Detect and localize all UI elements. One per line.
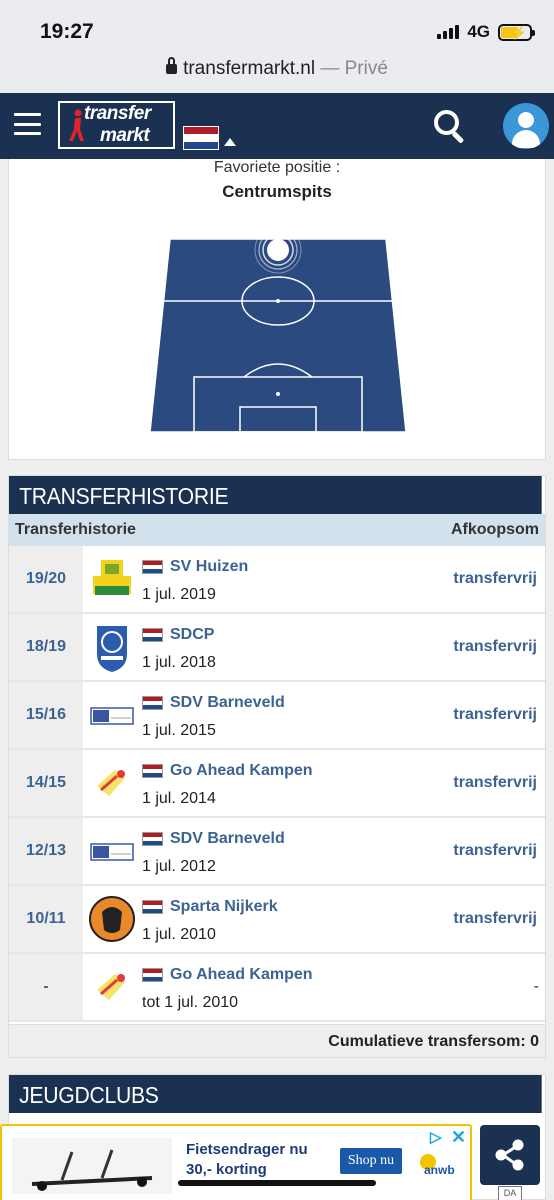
transfer-date: 1 jul. 2012 <box>142 858 216 875</box>
share-button[interactable] <box>480 1125 540 1185</box>
season-cell: 15/16 <box>9 682 83 748</box>
menu-icon[interactable] <box>14 113 41 135</box>
flag-icon <box>142 696 163 710</box>
flag-icon <box>142 560 163 574</box>
club-link[interactable]: SDCP <box>170 626 214 644</box>
url-separator: — <box>315 58 345 79</box>
season-cell: 10/11 <box>9 886 83 952</box>
close-icon[interactable]: ✕ <box>451 1127 466 1148</box>
status-bar: 19:27 4G ⚡ <box>0 0 554 56</box>
transfer-fee[interactable]: transfervrij <box>453 842 537 860</box>
cumulative-total: Cumulatieve transfersom: 0 <box>9 1024 545 1057</box>
club-link[interactable]: Sparta Nijkerk <box>170 898 278 916</box>
club-crest-icon[interactable] <box>87 620 137 674</box>
transfer-fee[interactable]: transfervrij <box>453 910 537 928</box>
transfer-fee[interactable]: transfervrij <box>453 706 537 724</box>
section-title: TRANSFERHISTORIE <box>9 476 542 514</box>
transfer-fee[interactable]: transfervrij <box>453 638 537 656</box>
search-icon[interactable] <box>434 110 468 144</box>
transfer-date: 1 jul. 2010 <box>142 926 216 943</box>
share-icon <box>495 1139 524 1171</box>
table-row[interactable]: 19/20 SV Huizen 1 jul. 2019 transfervrij <box>9 546 545 614</box>
transfer-date: 1 jul. 2018 <box>142 654 216 671</box>
caret-up-icon[interactable] <box>224 138 236 146</box>
club-link[interactable]: SV Huizen <box>170 558 248 576</box>
site-header: transfer markt <box>0 93 554 159</box>
url-domain: transfermarkt.nl <box>183 58 316 79</box>
club-crest-icon[interactable] <box>87 960 137 1014</box>
club-crest-icon[interactable] <box>87 688 137 742</box>
flag-icon <box>142 764 163 778</box>
club-crest-icon[interactable] <box>87 824 137 878</box>
table-row[interactable]: 15/16 SDV Barneveld 1 jul. 2015 transfervri… <box>9 682 545 750</box>
transfer-fee[interactable]: transfervrij <box>453 774 537 792</box>
club-crest-icon[interactable] <box>87 892 137 946</box>
transfermarkt-logo[interactable]: transfer markt <box>58 101 175 149</box>
section-title: JEUGDCLUBS <box>9 1075 542 1113</box>
da-badge: DA <box>498 1186 522 1200</box>
column-header-history: Transferhistorie <box>15 521 136 538</box>
club-link[interactable]: SDV Barneveld <box>170 694 285 712</box>
table-row[interactable]: 12/13 SDV Barneveld 1 jul. 2012 transfervri… <box>9 818 545 886</box>
table-header: Transferhistorie Afkoopsom <box>9 514 545 546</box>
flag-icon <box>142 968 163 982</box>
lock-icon <box>166 57 178 74</box>
club-link[interactable]: SDV Barneveld <box>170 830 285 848</box>
column-header-fee: Afkoopsom <box>451 521 539 538</box>
table-row[interactable]: - Go Ahead Kampen tot 1 jul. 2010 - <box>9 954 545 1022</box>
transfer-fee: - <box>533 978 539 995</box>
shop-now-button[interactable]: Shop nu <box>340 1148 402 1174</box>
transfer-fee[interactable]: transfervrij <box>453 570 537 588</box>
bike-carrier-image <box>12 1138 172 1194</box>
private-mode-label: Privé <box>344 58 388 79</box>
club-link[interactable]: Go Ahead Kampen <box>170 966 313 984</box>
transfer-date: 1 jul. 2014 <box>142 790 216 807</box>
user-account-icon[interactable] <box>503 103 549 149</box>
status-indicators: 4G ⚡ <box>437 22 535 42</box>
ad-choices-icon[interactable]: ▷ <box>430 1128 442 1146</box>
signal-icon <box>437 25 460 39</box>
table-row[interactable]: 14/15 Go Ahead Kampen 1 jul. 2014 transferv… <box>9 750 545 818</box>
flag-icon <box>142 628 163 642</box>
season-cell: 12/13 <box>9 818 83 884</box>
transfer-date: tot 1 jul. 2010 <box>142 994 239 1011</box>
status-time: 19:27 <box>40 20 94 43</box>
url-bar[interactable]: transfermarkt.nl — Privé <box>0 56 554 93</box>
battery-icon: ⚡ <box>498 23 535 41</box>
flag-icon <box>142 900 163 914</box>
position-card: Favoriete positie : Centrumspits <box>8 159 546 460</box>
table-row[interactable]: 18/19 SDCP 1 jul. 2018 transfervrij <box>9 614 545 682</box>
club-link[interactable]: Go Ahead Kampen <box>170 762 313 780</box>
season-cell: - <box>9 954 83 1020</box>
transfer-history-section: TRANSFERHISTORIE Transferhistorie Afkoop… <box>8 475 546 1058</box>
anwb-logo-text: anwb <box>424 1163 455 1177</box>
club-crest-icon[interactable] <box>87 756 137 810</box>
position-label: Favoriete positie : <box>213 159 341 176</box>
transfer-date: 1 jul. 2019 <box>142 586 216 603</box>
transfer-date: 1 jul. 2015 <box>142 722 216 739</box>
country-flag-icon[interactable] <box>183 126 219 150</box>
club-crest-icon[interactable] <box>87 552 137 606</box>
ad-banner[interactable]: Fietsendrager nu 30,- korting Shop nu an… <box>0 1124 472 1200</box>
table-row[interactable]: 10/11 Sparta Nijkerk 1 jul. 2010 transfervr… <box>9 886 545 954</box>
flag-icon <box>142 832 163 846</box>
network-type: 4G <box>467 22 490 41</box>
logo-player-icon <box>69 109 84 141</box>
pitch-diagram <box>150 239 406 432</box>
anwb-logo-icon: anwb <box>420 1154 455 1177</box>
season-cell: 19/20 <box>9 546 83 612</box>
position-value: Centrumspits <box>222 182 332 201</box>
ad-text: Fietsendrager nu 30,- korting <box>186 1141 308 1178</box>
home-indicator[interactable] <box>178 1180 376 1186</box>
season-cell: 18/19 <box>9 614 83 680</box>
season-cell: 14/15 <box>9 750 83 816</box>
